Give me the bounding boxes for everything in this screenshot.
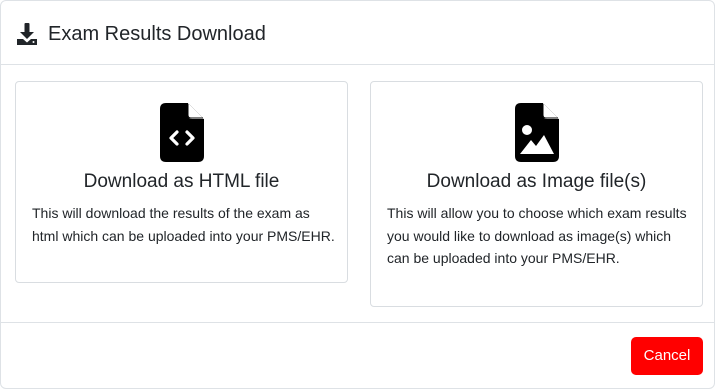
download-html-description: This will download the results of the ex… xyxy=(32,205,335,244)
download-image-title: Download as Image file(s) xyxy=(426,171,647,192)
exam-results-download-dialog: Exam Results Download Download as HTML f… xyxy=(0,0,715,389)
download-image-option[interactable]: Download as Image file(s) This will allo… xyxy=(370,81,703,307)
download-html-title: Download as HTML file xyxy=(83,171,280,192)
dialog-footer: Cancel xyxy=(1,322,714,389)
download-html-option[interactable]: Download as HTML file This will download… xyxy=(15,81,348,283)
file-image-icon xyxy=(515,103,559,162)
download-image-description: This will allow you to choose which exam… xyxy=(387,205,687,266)
cancel-button[interactable]: Cancel xyxy=(631,337,703,375)
dialog-header: Exam Results Download xyxy=(1,1,714,65)
file-code-icon xyxy=(160,103,204,162)
dialog-title: Exam Results Download xyxy=(48,23,266,45)
download-icon xyxy=(17,23,37,45)
